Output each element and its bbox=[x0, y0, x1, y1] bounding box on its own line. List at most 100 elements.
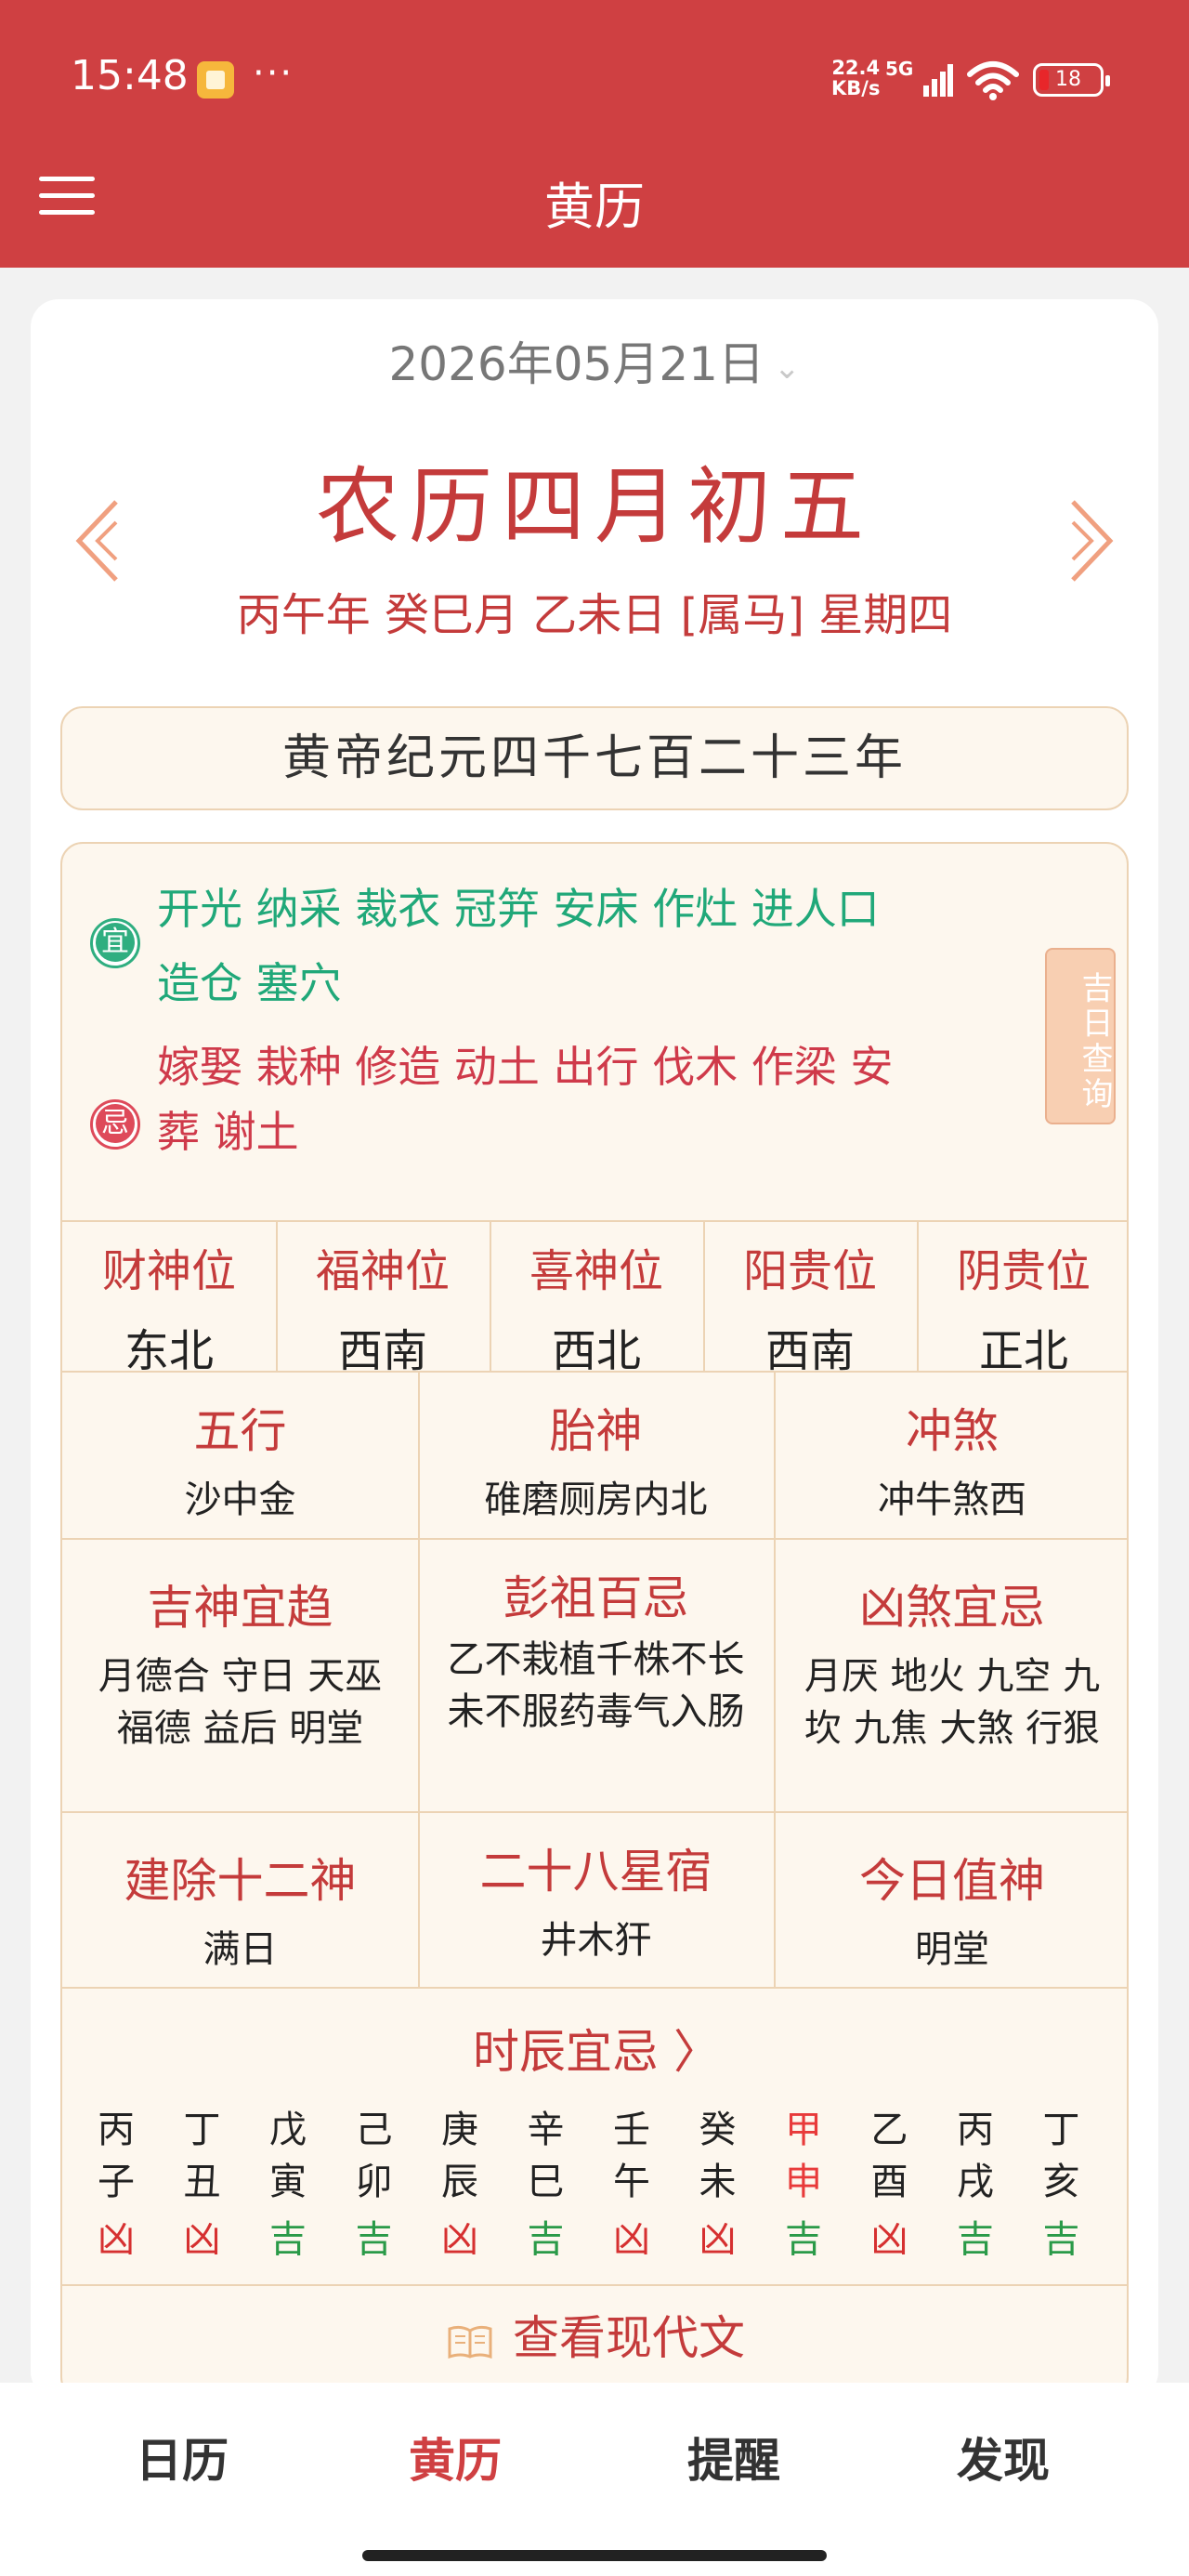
hour-luck: 吉 bbox=[527, 2218, 565, 2261]
hour-stem: 壬 bbox=[613, 2109, 650, 2151]
god-position-cell: 喜神位 西北 bbox=[490, 1234, 703, 1379]
pengzu-cell: 彭祖百忌 乙不栽植千株不长 未不服药毒气入肠 bbox=[418, 1561, 774, 1738]
hour-luck: 凶 bbox=[870, 2218, 908, 2261]
hour-branch: 亥 bbox=[1042, 2161, 1080, 2203]
network-speed: 22.4 KB/s bbox=[831, 58, 880, 99]
god-position-cell: 福神位 西南 bbox=[276, 1234, 490, 1379]
chongsha-value: 冲牛煞西 bbox=[878, 1479, 1026, 1521]
hours-section[interactable]: 时辰宜忌 〉 丙子凶丁丑凶戊寅吉己卯吉庚辰凶辛巳吉壬午凶癸未凶甲申吉乙酉凶丙戌吉… bbox=[62, 1987, 1127, 2284]
hour-branch: 戌 bbox=[957, 2161, 994, 2203]
xiongsha-title: 凶煞宜忌 bbox=[859, 1581, 1045, 1635]
wifi-icon bbox=[967, 61, 1019, 100]
hour-branch: 未 bbox=[699, 2161, 737, 2203]
god-position-cell: 阳贵位 西南 bbox=[703, 1234, 917, 1379]
hours-title[interactable]: 时辰宜忌 〉 bbox=[62, 2015, 1127, 2082]
hour-item[interactable]: 丁亥吉 bbox=[1019, 2104, 1104, 2266]
hour-branch: 巳 bbox=[527, 2161, 565, 2203]
pengzu-value: 乙不栽植千株不长 未不服药毒气入肠 bbox=[447, 1638, 745, 1733]
hour-luck: 凶 bbox=[613, 2218, 650, 2261]
zhishen-cell: 今日值神 明堂 bbox=[774, 1844, 1127, 1976]
yi-line-2: 造仓 塞穴 bbox=[157, 958, 342, 1008]
xingxiu-value: 井木犴 bbox=[540, 1919, 652, 1962]
hour-branch: 子 bbox=[98, 2161, 135, 2203]
nav-tab-discover[interactable]: 发现 bbox=[855, 2424, 1152, 2491]
notes-app-icon bbox=[197, 61, 234, 99]
taishen-cell: 胎神 碓磨厕房内北 bbox=[418, 1394, 774, 1526]
hour-item[interactable]: 戊寅吉 bbox=[245, 2104, 331, 2266]
god-position-label: 福神位 bbox=[315, 1245, 450, 1297]
wuxing-cell: 五行 沙中金 bbox=[62, 1394, 418, 1526]
hour-luck: 吉 bbox=[957, 2218, 994, 2261]
chevron-down-icon: ⌄ bbox=[774, 348, 801, 387]
yi-section: 宜 开光 纳采 裁衣 冠笄 安床 作灶 进人口 造仓 塞穴 bbox=[62, 844, 1127, 1034]
wuxing-title: 五行 bbox=[193, 1404, 287, 1458]
almanac-card: 2026年05月21日 ⌄ 农历四月初五 丙午年 癸巳月 乙未日 [属马] 星期四… bbox=[31, 299, 1158, 2399]
battery-level: 18 bbox=[1055, 68, 1081, 91]
battery-icon: 18 bbox=[1033, 63, 1110, 97]
date-selector[interactable]: 2026年05月21日 ⌄ bbox=[31, 327, 1158, 394]
lunar-date: 农历四月初五 bbox=[316, 458, 873, 556]
hour-luck: 吉 bbox=[1042, 2218, 1080, 2261]
jianchu-title: 建除十二神 bbox=[124, 1854, 357, 1908]
hour-item[interactable]: 丙子凶 bbox=[73, 2104, 159, 2266]
hour-luck: 凶 bbox=[98, 2218, 135, 2261]
yi-badge: 宜 bbox=[90, 918, 140, 968]
xiongsha-value: 月厌 地火 九空 九坎 九焦 大煞 行狠 bbox=[804, 1655, 1101, 1750]
hour-item[interactable]: 乙酉凶 bbox=[847, 2104, 933, 2266]
auspicious-day-query-button[interactable]: 吉日查询 bbox=[1045, 948, 1116, 1124]
god-position-value: 东北 bbox=[124, 1325, 214, 1377]
taishen-value: 碓磨厕房内北 bbox=[484, 1479, 708, 1521]
hour-luck: 凶 bbox=[441, 2218, 478, 2261]
almanac-details: 宜 开光 纳采 裁衣 冠笄 安床 作灶 进人口 造仓 塞穴 忌 嫁娶 栽种 修造… bbox=[60, 842, 1129, 2399]
hour-branch: 午 bbox=[613, 2161, 650, 2203]
hour-stem: 己 bbox=[355, 2109, 393, 2151]
hour-stem: 乙 bbox=[870, 2109, 908, 2151]
hour-stem: 丁 bbox=[183, 2109, 221, 2151]
ji-line-2: 葬 谢土 bbox=[157, 1107, 299, 1157]
hour-stem: 丙 bbox=[957, 2109, 994, 2151]
bottom-nav: 日历 黄历 提醒 发现 bbox=[0, 2383, 1189, 2576]
hour-branch: 丑 bbox=[183, 2161, 221, 2203]
hour-item[interactable]: 甲申吉 bbox=[761, 2104, 846, 2266]
hour-stem: 丙 bbox=[98, 2109, 135, 2151]
god-position-value: 正北 bbox=[978, 1325, 1068, 1377]
book-icon bbox=[448, 2325, 492, 2359]
nav-tab-calendar[interactable]: 日历 bbox=[33, 2424, 331, 2491]
more-notifications-icon: ··· bbox=[253, 52, 294, 95]
status-bar: 15:48 ··· 22.4 KB/s 5G 18 bbox=[0, 0, 1189, 158]
selected-date: 2026年05月21日 bbox=[388, 337, 765, 391]
xiongsha-cell: 凶煞宜忌 月厌 地火 九空 九坎 九焦 大煞 行狠 bbox=[774, 1571, 1127, 1755]
hour-item[interactable]: 丙戌吉 bbox=[933, 2104, 1018, 2266]
nav-tab-reminders[interactable]: 提醒 bbox=[585, 2424, 882, 2491]
hour-item[interactable]: 癸未凶 bbox=[675, 2104, 761, 2266]
hour-item[interactable]: 庚辰凶 bbox=[417, 2104, 503, 2266]
nav-tab-almanac[interactable]: 黄历 bbox=[307, 2424, 604, 2491]
hour-item[interactable]: 壬午凶 bbox=[589, 2104, 674, 2266]
top-bar: 15:48 ··· 22.4 KB/s 5G 18 黄历 bbox=[0, 0, 1189, 268]
hour-branch: 酉 bbox=[870, 2161, 908, 2203]
hour-branch: 辰 bbox=[441, 2161, 478, 2203]
jianchu-value: 满日 bbox=[203, 1928, 278, 1971]
hour-item[interactable]: 己卯吉 bbox=[332, 2104, 417, 2266]
hour-branch: 卯 bbox=[355, 2161, 393, 2203]
hour-luck: 吉 bbox=[269, 2218, 307, 2261]
view-modern-text-label: 查看现代文 bbox=[513, 2311, 745, 2365]
chongsha-cell: 冲煞 冲牛煞西 bbox=[774, 1394, 1127, 1526]
hour-stem: 甲 bbox=[785, 2109, 822, 2151]
xingxiu-cell: 二十八星宿 井木犴 bbox=[418, 1834, 774, 1966]
hour-item[interactable]: 丁丑凶 bbox=[160, 2104, 245, 2266]
chongsha-title: 冲煞 bbox=[906, 1404, 999, 1458]
hour-branch: 申 bbox=[785, 2161, 822, 2203]
network-speed-value: 22.4 bbox=[831, 57, 881, 79]
ganzhi-line: 丙午年 癸巳月 乙未日 [属马] 星期四 bbox=[236, 589, 953, 641]
ji-list: 嫁娶 栽种 修造 动土 出行 伐木 作梁 安 葬 谢土 bbox=[157, 1034, 993, 1164]
hour-stem: 丁 bbox=[1042, 2109, 1080, 2151]
god-position-label: 喜神位 bbox=[529, 1245, 663, 1297]
home-indicator[interactable] bbox=[362, 2550, 827, 2561]
hour-stem: 辛 bbox=[527, 2109, 565, 2151]
hour-branch: 寅 bbox=[269, 2161, 307, 2203]
yi-list: 开光 纳采 裁衣 冠笄 安床 作灶 进人口 造仓 塞穴 bbox=[157, 872, 993, 1020]
ji-section: 忌 嫁娶 栽种 修造 动土 出行 伐木 作梁 安 葬 谢土 bbox=[62, 1034, 1127, 1220]
hour-item[interactable]: 辛巳吉 bbox=[503, 2104, 589, 2266]
hour-stem: 戊 bbox=[269, 2109, 307, 2151]
